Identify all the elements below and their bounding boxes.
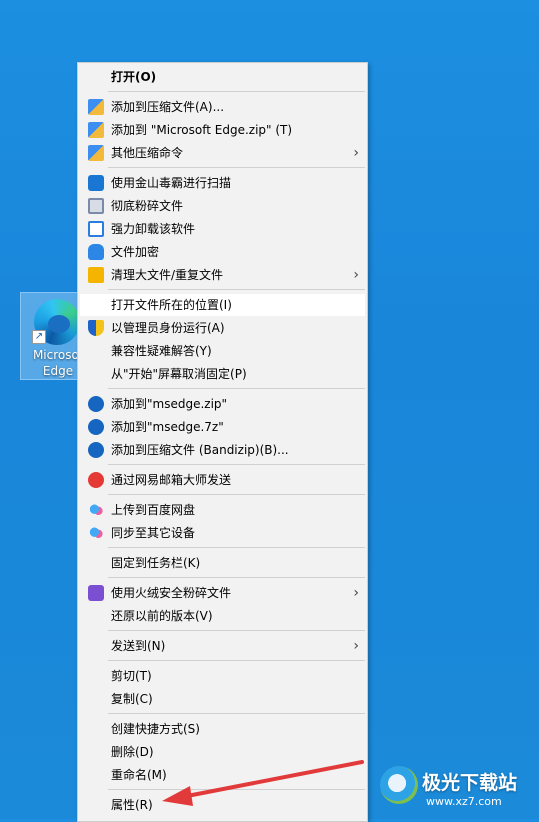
- menu-separator: [108, 167, 365, 168]
- menu-item-encrypt-file[interactable]: 文件加密: [80, 241, 365, 263]
- menu-item-clean-large-files[interactable]: 清理大文件/重复文件 ›: [80, 264, 365, 286]
- netease-mail-icon: [88, 472, 104, 488]
- context-menu: 打开(O) 添加到压缩文件(A)... 添加到 "Microsoft Edge.…: [77, 62, 368, 822]
- menu-item-upload-baidu[interactable]: 上传到百度网盘: [80, 499, 365, 521]
- baidu-cloud-icon: [88, 525, 104, 541]
- menu-item-run-as-admin[interactable]: 以管理员身份运行(A): [80, 317, 365, 339]
- uninstall-icon: [88, 221, 104, 237]
- menu-item-cut[interactable]: 剪切(T): [80, 665, 365, 687]
- menu-item-force-uninstall[interactable]: 强力卸载该软件: [80, 218, 365, 240]
- menu-separator: [108, 789, 365, 790]
- menu-item-shred-file[interactable]: 彻底粉碎文件: [80, 195, 365, 217]
- menu-item-properties[interactable]: 属性(R): [80, 794, 365, 816]
- menu-item-send-to[interactable]: 发送到(N) ›: [80, 635, 365, 657]
- menu-item-bandizip-7z[interactable]: 添加到"msedge.7z": [80, 416, 365, 438]
- menu-item-sync-devices[interactable]: 同步至其它设备: [80, 522, 365, 544]
- menu-item-add-to-zip[interactable]: 添加到 "Microsoft Edge.zip" (T): [80, 119, 365, 141]
- menu-separator: [108, 577, 365, 578]
- menu-item-bandizip-zip[interactable]: 添加到"msedge.zip": [80, 393, 365, 415]
- archive-icon: [88, 122, 104, 138]
- menu-item-other-compress[interactable]: 其他压缩命令 ›: [80, 142, 365, 164]
- cleanup-icon: [88, 267, 104, 283]
- archive-icon: [88, 145, 104, 161]
- bandizip-icon: [88, 396, 104, 412]
- menu-separator: [108, 388, 365, 389]
- menu-separator: [108, 547, 365, 548]
- menu-item-bandizip-archive[interactable]: 添加到压缩文件 (Bandizip)(B)...: [80, 439, 365, 461]
- watermark-title: 极光下载站: [422, 772, 518, 794]
- menu-item-open-file-location[interactable]: 打开文件所在的位置(I): [80, 294, 365, 316]
- bandizip-icon: [88, 419, 104, 435]
- chevron-right-icon: ›: [353, 638, 359, 654]
- chevron-right-icon: ›: [353, 267, 359, 283]
- menu-item-compat-troubleshoot[interactable]: 兼容性疑难解答(Y): [80, 340, 365, 362]
- menu-separator: [108, 660, 365, 661]
- shredder-icon: [88, 198, 104, 214]
- menu-item-create-shortcut[interactable]: 创建快捷方式(S): [80, 718, 365, 740]
- watermark: 极光下载站 www.xz7.com: [378, 762, 538, 812]
- chevron-right-icon: ›: [353, 585, 359, 601]
- menu-separator: [108, 91, 365, 92]
- menu-item-copy[interactable]: 复制(C): [80, 688, 365, 710]
- encrypt-icon: [88, 244, 104, 260]
- menu-separator: [108, 464, 365, 465]
- menu-item-pin-taskbar[interactable]: 固定到任务栏(K): [80, 552, 365, 574]
- uac-shield-icon: [88, 320, 104, 336]
- menu-item-duba-scan[interactable]: 使用金山毒霸进行扫描: [80, 172, 365, 194]
- aurora-logo-icon: [380, 766, 418, 804]
- duba-icon: [88, 175, 104, 191]
- watermark-url: www.xz7.com: [426, 795, 502, 808]
- menu-separator: [108, 289, 365, 290]
- bandizip-icon: [88, 442, 104, 458]
- menu-item-restore-versions[interactable]: 还原以前的版本(V): [80, 605, 365, 627]
- baidu-cloud-icon: [88, 502, 104, 518]
- shortcut-arrow-icon: ↗: [32, 330, 46, 344]
- menu-item-huorong-shred[interactable]: 使用火绒安全粉碎文件 ›: [80, 582, 365, 604]
- menu-item-unpin-start[interactable]: 从"开始"屏幕取消固定(P): [80, 363, 365, 385]
- menu-item-open[interactable]: 打开(O): [80, 66, 365, 88]
- menu-item-delete[interactable]: 删除(D): [80, 741, 365, 763]
- menu-item-rename[interactable]: 重命名(M): [80, 764, 365, 786]
- menu-separator: [108, 630, 365, 631]
- menu-item-send-netease-mail[interactable]: 通过网易邮箱大师发送: [80, 469, 365, 491]
- menu-item-add-to-archive[interactable]: 添加到压缩文件(A)...: [80, 96, 365, 118]
- chevron-right-icon: ›: [353, 145, 359, 161]
- huorong-icon: [88, 585, 104, 601]
- archive-icon: [88, 99, 104, 115]
- menu-separator: [108, 713, 365, 714]
- menu-separator: [108, 494, 365, 495]
